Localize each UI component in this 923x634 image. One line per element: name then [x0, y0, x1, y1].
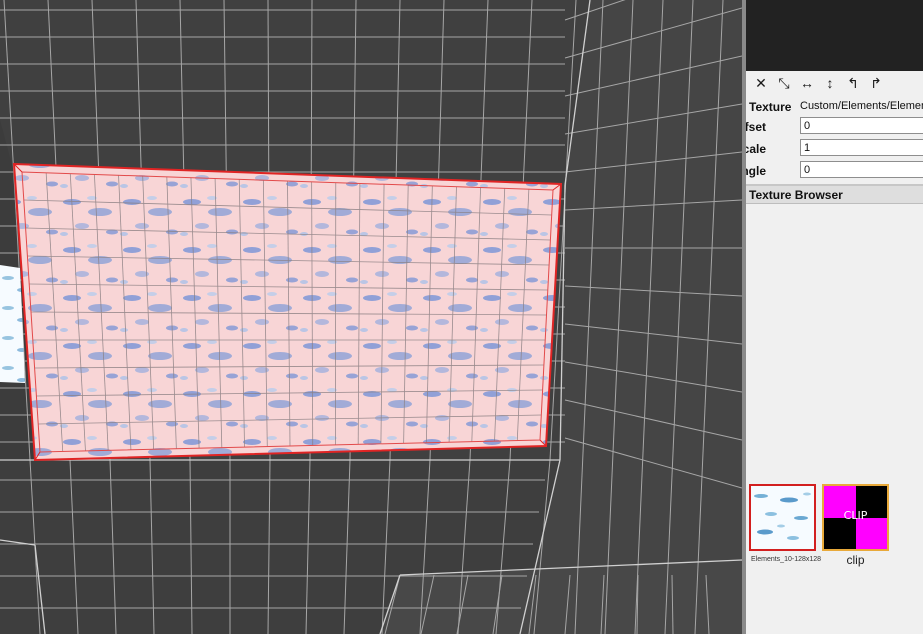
- 3d-viewport[interactable]: [0, 0, 742, 634]
- texture-toolbar: ✕ ⤡ ↔ ↕ ↰ ↱: [746, 71, 923, 95]
- panel-header-area: [746, 0, 923, 71]
- texture-caption-elements: Elements_10-128x128: [751, 556, 822, 563]
- texture-label: Texture: [749, 100, 792, 114]
- texture-browser-title: Texture Browser: [749, 188, 843, 202]
- elements-texture-thumbnail: [751, 486, 814, 549]
- flip-vertical-icon[interactable]: ↕: [821, 74, 839, 92]
- texture-tile-clip[interactable]: CLIP: [822, 484, 889, 551]
- x-scale-label: X Scale: [746, 142, 766, 156]
- properties-panel: ✕ ⤡ ↔ ↕ ↰ ↱ Texture Custom/Elements/Elem…: [746, 0, 923, 634]
- x-offset-label: X Offset: [746, 120, 766, 134]
- texture-tile-elements[interactable]: [749, 484, 816, 551]
- x-scale-field[interactable]: [800, 139, 923, 156]
- x-scale-row: X Scale: [746, 139, 923, 159]
- rotate-left-icon[interactable]: ↰: [844, 74, 862, 92]
- angle-label: Angle: [746, 164, 766, 178]
- texture-browser-header: Texture Browser: [746, 186, 923, 204]
- texture-row: Texture Custom/Elements/Elements_10-128x…: [746, 97, 923, 117]
- angle-field[interactable]: [800, 161, 923, 178]
- close-icon[interactable]: ✕: [752, 74, 770, 92]
- texture-path: Custom/Elements/Elements_10-128x128: [800, 100, 923, 112]
- clip-tile-label: CLIP: [843, 509, 868, 522]
- x-offset-field[interactable]: [800, 117, 923, 134]
- clip-texture-thumbnail: CLIP: [824, 486, 887, 549]
- fit-icon[interactable]: ⤡: [775, 74, 793, 92]
- texture-caption-clip: clip: [846, 553, 865, 567]
- x-offset-row: X Offset: [746, 117, 923, 137]
- rotate-right-icon[interactable]: ↱: [867, 74, 885, 92]
- flip-horizontal-icon[interactable]: ↔: [798, 74, 816, 92]
- angle-row: Angle: [746, 161, 923, 181]
- texture-browser[interactable]: CLIP Elements_10-128x128 clip: [746, 204, 923, 634]
